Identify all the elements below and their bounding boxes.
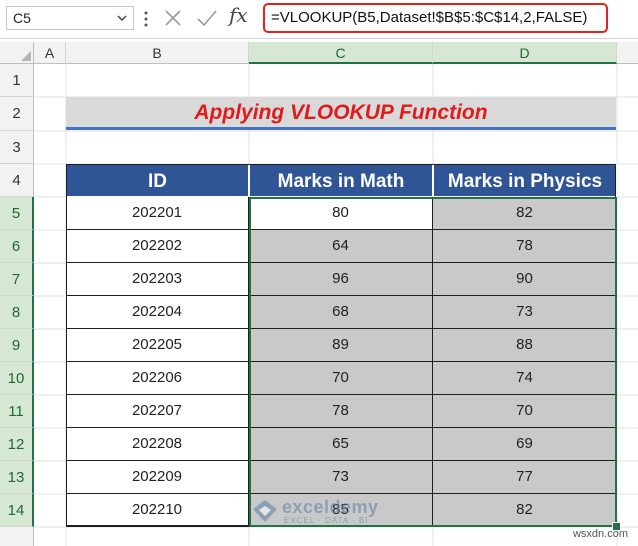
header-id[interactable]: ID [66,164,249,197]
row-header-3[interactable]: 3 [0,131,34,164]
row-header-8[interactable]: 8 [0,296,34,329]
row-header-15[interactable] [0,527,34,546]
cell-id[interactable]: 202206 [66,362,249,395]
cell-physics[interactable]: 90 [433,263,617,296]
column-header-c[interactable]: C [249,42,433,64]
row-header-4[interactable]: 4 [0,164,34,197]
cell-physics[interactable]: 69 [433,428,617,461]
column-header-b[interactable]: B [66,42,249,64]
cancel-icon[interactable] [163,8,183,28]
cell-math[interactable]: 78 [249,395,433,428]
cell-math[interactable]: 89 [249,329,433,362]
cell-physics[interactable]: 82 [433,494,617,527]
cell-physics[interactable]: 74 [433,362,617,395]
more-options-icon[interactable] [143,9,149,29]
cell-physics[interactable]: 73 [433,296,617,329]
cell-physics[interactable]: 88 [433,329,617,362]
row-header-11[interactable]: 11 [0,395,34,428]
row-header-6[interactable]: 6 [0,230,34,263]
row-header-9[interactable]: 9 [0,329,34,362]
cell-id[interactable]: 202202 [66,230,249,263]
cell-math[interactable]: 96 [249,263,433,296]
cell-id[interactable]: 202203 [66,263,249,296]
name-box-value: C5 [13,10,31,26]
cell-math[interactable]: 64 [249,230,433,263]
formula-bar: C5 fx =VLOOKUP(B5,Dataset!$B$5:$C$14,2,F… [0,0,638,39]
cell-physics[interactable]: 70 [433,395,617,428]
cell-id[interactable]: 202210 [66,494,249,527]
cell-id[interactable]: 202205 [66,329,249,362]
column-header-d[interactable]: D [433,42,617,64]
cell-id[interactable]: 202208 [66,428,249,461]
watermark-tagline: EXCEL · DATA · BI [284,516,369,525]
row-header-5[interactable]: 5 [0,197,34,230]
cell-physics[interactable]: 77 [433,461,617,494]
cell-physics[interactable]: 82 [433,197,617,230]
watermark-name: exceldemy [282,497,379,517]
title-text: Applying VLOOKUP Function [194,101,488,124]
row-header-13[interactable]: 13 [0,461,34,494]
exceldemy-logo-icon [253,500,277,522]
cell-physics[interactable]: 78 [433,230,617,263]
column-header-a[interactable]: A [34,42,66,64]
enter-check-icon[interactable] [196,8,218,28]
row-header-7[interactable]: 7 [0,263,34,296]
header-marks-math[interactable]: Marks in Math [249,164,433,197]
insert-function-icon[interactable]: fx [229,3,248,27]
name-box[interactable]: C5 [6,6,134,30]
cell-id[interactable]: 202201 [66,197,249,230]
select-all-corner[interactable] [0,42,34,64]
row-header-12[interactable]: 12 [0,428,34,461]
row-header-2[interactable]: 2 [0,97,34,131]
exceldemy-watermark: exceldemy EXCEL · DATA · BI [252,497,392,525]
row-header-14[interactable]: 14 [0,494,34,527]
cell-math[interactable]: 80 [249,197,433,230]
cell-math[interactable]: 68 [249,296,433,329]
formula-input[interactable]: =VLOOKUP(B5,Dataset!$B$5:$C$14,2,FALSE) [263,3,608,33]
formula-text: =VLOOKUP(B5,Dataset!$B$5:$C$14,2,FALSE) [271,9,588,26]
cell-math[interactable]: 70 [249,362,433,395]
row-header-1[interactable]: 1 [0,64,34,97]
cell-id[interactable]: 202204 [66,296,249,329]
cell-id[interactable]: 202207 [66,395,249,428]
sheet-title[interactable]: Applying VLOOKUP Function [66,97,616,130]
cell-math[interactable]: 73 [249,461,433,494]
column-header-e[interactable] [617,42,638,64]
header-marks-physics[interactable]: Marks in Physics [433,164,617,197]
site-credit: wsxdn.com [572,528,628,540]
row-header-10[interactable]: 10 [0,362,34,395]
chevron-down-icon[interactable] [115,11,129,25]
cell-id[interactable]: 202209 [66,461,249,494]
cell-math[interactable]: 65 [249,428,433,461]
